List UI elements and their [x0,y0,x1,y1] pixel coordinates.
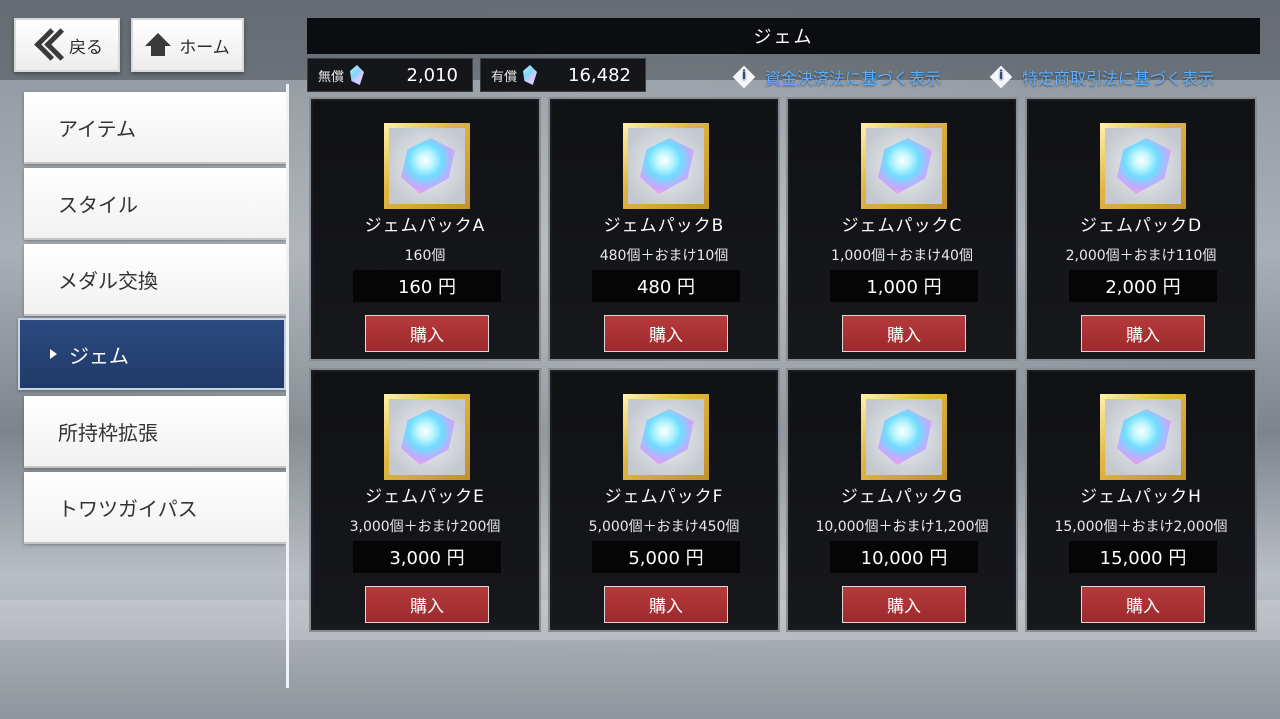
gem-pack-image [1100,394,1186,480]
buy-button[interactable]: 購入 [1081,315,1205,352]
product-price: 10,000 円 [830,541,978,573]
paid-gem-balance: 有償 16,482 [480,58,646,92]
buy-button[interactable]: 購入 [604,315,728,352]
gem-icon [350,65,365,85]
sidebar-item-pass[interactable]: トワツガイパス [24,472,286,544]
sidebar-item-label: スタイル [58,192,138,217]
gem-crystal-icon [878,138,932,194]
sidebar-item-label: メダル交換 [58,268,158,293]
product-amount: 2,000個＋おまけ110個 [1065,248,1217,264]
home-button[interactable]: ホーム [131,18,244,72]
product-name: ジェムパックG [840,487,964,507]
product-price: 15,000 円 [1069,541,1217,573]
product-card: ジェムパックF 5,000個＋おまけ450個 5,000 円 購入 [548,368,780,632]
sidebar-item-label: 所持枠拡張 [58,420,158,445]
gem-pack-image [384,394,470,480]
product-card: ジェムパックH 15,000個＋おまけ2,000個 15,000 円 購入 [1025,368,1257,632]
free-gem-value: 2,010 [406,64,458,86]
gem-crystal-icon [401,138,455,194]
gem-pack-image [623,394,709,480]
gem-pack-image [861,123,947,209]
double-chevron-left-icon [31,27,63,63]
sidebar-item-label: ジェム [69,343,129,368]
product-card: ジェムパックA 160個 160 円 購入 [309,97,541,361]
product-name: ジェムパックD [1079,216,1203,236]
buy-button[interactable]: 購入 [365,586,489,623]
gem-pack-image [623,123,709,209]
commercial-transactions-act-label: 特定商取引法に基づく表示 [1022,69,1215,88]
gem-pack-image [384,123,470,209]
product-amount: 480個＋おまけ10個 [599,248,729,264]
product-price: 1,000 円 [830,270,978,302]
gem-crystal-icon [1117,138,1171,194]
payment-services-act-label: 資金決済法に基づく表示 [765,69,942,88]
product-amount: 5,000個＋おまけ450個 [588,519,740,535]
paid-gem-label: 有償 [491,69,518,85]
info-icon: i [733,66,755,88]
buy-button[interactable]: 購入 [842,586,966,623]
product-amount: 160個 [404,248,446,264]
product-card: ジェムパックC 1,000個＋おまけ40個 1,000 円 購入 [786,97,1018,361]
home-icon [145,33,172,57]
buy-button[interactable]: 購入 [365,315,489,352]
back-button[interactable]: 戻る [14,18,120,72]
sidebar-item-inventory-expansion[interactable]: 所持枠拡張 [24,396,286,468]
product-amount: 1,000個＋おまけ40個 [831,248,973,264]
gem-pack-image [861,394,947,480]
selected-arrow-icon [50,349,57,359]
product-name: ジェムパックC [841,216,963,236]
product-amount: 15,000個＋おまけ2,000個 [1054,519,1228,535]
gem-crystal-icon [640,138,694,194]
gem-pack-image [1100,123,1186,209]
product-name: ジェムパックE [365,487,485,507]
product-amount: 10,000個＋おまけ1,200個 [815,519,989,535]
payment-services-act-link[interactable]: i 資金決済法に基づく表示 [733,64,941,90]
gem-crystal-icon [878,409,932,465]
product-price: 160 円 [353,270,501,302]
gem-crystal-icon [401,409,455,465]
buy-button[interactable]: 購入 [842,315,966,352]
gem-icon [523,65,538,85]
free-gem-label: 無償 [318,69,345,85]
buy-button[interactable]: 購入 [604,586,728,623]
buy-button[interactable]: 購入 [1081,586,1205,623]
product-name: ジェムパックF [604,487,724,507]
product-price: 3,000 円 [353,541,501,573]
product-name: ジェムパックA [364,216,486,236]
product-card: ジェムパックE 3,000個＋おまけ200個 3,000 円 購入 [309,368,541,632]
product-amount: 3,000個＋おまけ200個 [349,519,501,535]
sidebar-item-label: トワツガイパス [58,496,198,521]
sidebar-item-style[interactable]: スタイル [24,168,286,240]
page-title: ジェム [753,27,814,48]
sidebar-item-label: アイテム [58,116,136,141]
product-price: 2,000 円 [1069,270,1217,302]
product-price: 480 円 [592,270,740,302]
paid-gem-value: 16,482 [568,64,631,86]
sidebar-item-items[interactable]: アイテム [24,92,286,164]
home-label: ホーム [179,37,230,58]
gem-crystal-icon [640,409,694,465]
info-icon: i [990,66,1012,88]
gem-crystal-icon [1117,409,1171,465]
sidebar-divider [286,84,289,688]
commercial-transactions-act-link[interactable]: i 特定商取引法に基づく表示 [990,64,1214,90]
product-name: ジェムパックB [603,216,725,236]
page-title-bar: ジェム [307,18,1260,54]
product-price: 5,000 円 [592,541,740,573]
product-name: ジェムパックH [1080,487,1202,507]
product-card: ジェムパックB 480個＋おまけ10個 480 円 購入 [548,97,780,361]
sidebar-item-gem[interactable]: ジェム [18,318,286,390]
product-card: ジェムパックG 10,000個＋おまけ1,200個 10,000 円 購入 [786,368,1018,632]
free-gem-balance: 無償 2,010 [307,58,473,92]
product-card: ジェムパックD 2,000個＋おまけ110個 2,000 円 購入 [1025,97,1257,361]
sidebar-item-medal-exchange[interactable]: メダル交換 [24,244,286,316]
